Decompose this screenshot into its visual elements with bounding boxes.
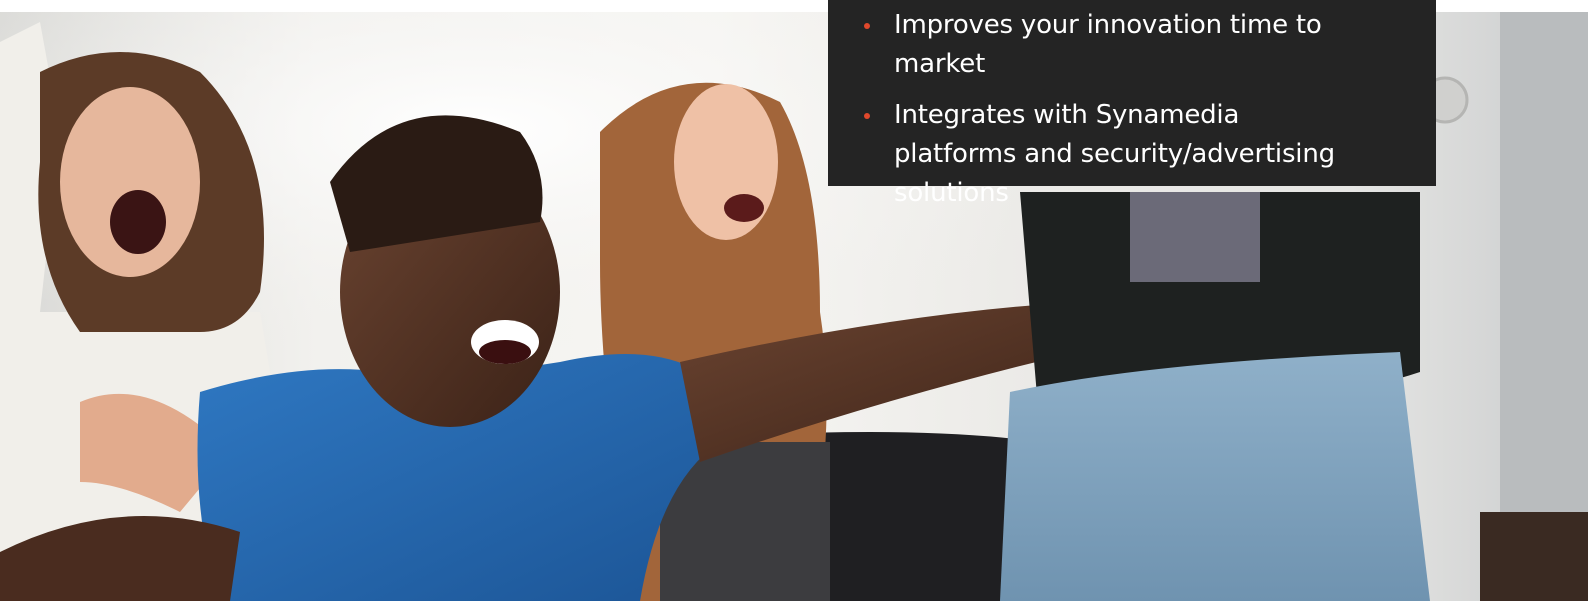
feature-list: Improves your innovation time to market … [864,6,1416,213]
feature-panel: Improves your innovation time to market … [828,0,1436,208]
feature-item-time-to-market: Improves your innovation time to market [864,6,1416,84]
bullet-icon [864,113,870,119]
feature-item-integrations: Integrates with Synamedia platforms and … [864,96,1364,213]
feature-text: Improves your innovation time to market [894,10,1322,79]
bullet-icon [864,23,870,29]
feature-text: Integrates with Synamedia platforms and … [894,100,1335,208]
